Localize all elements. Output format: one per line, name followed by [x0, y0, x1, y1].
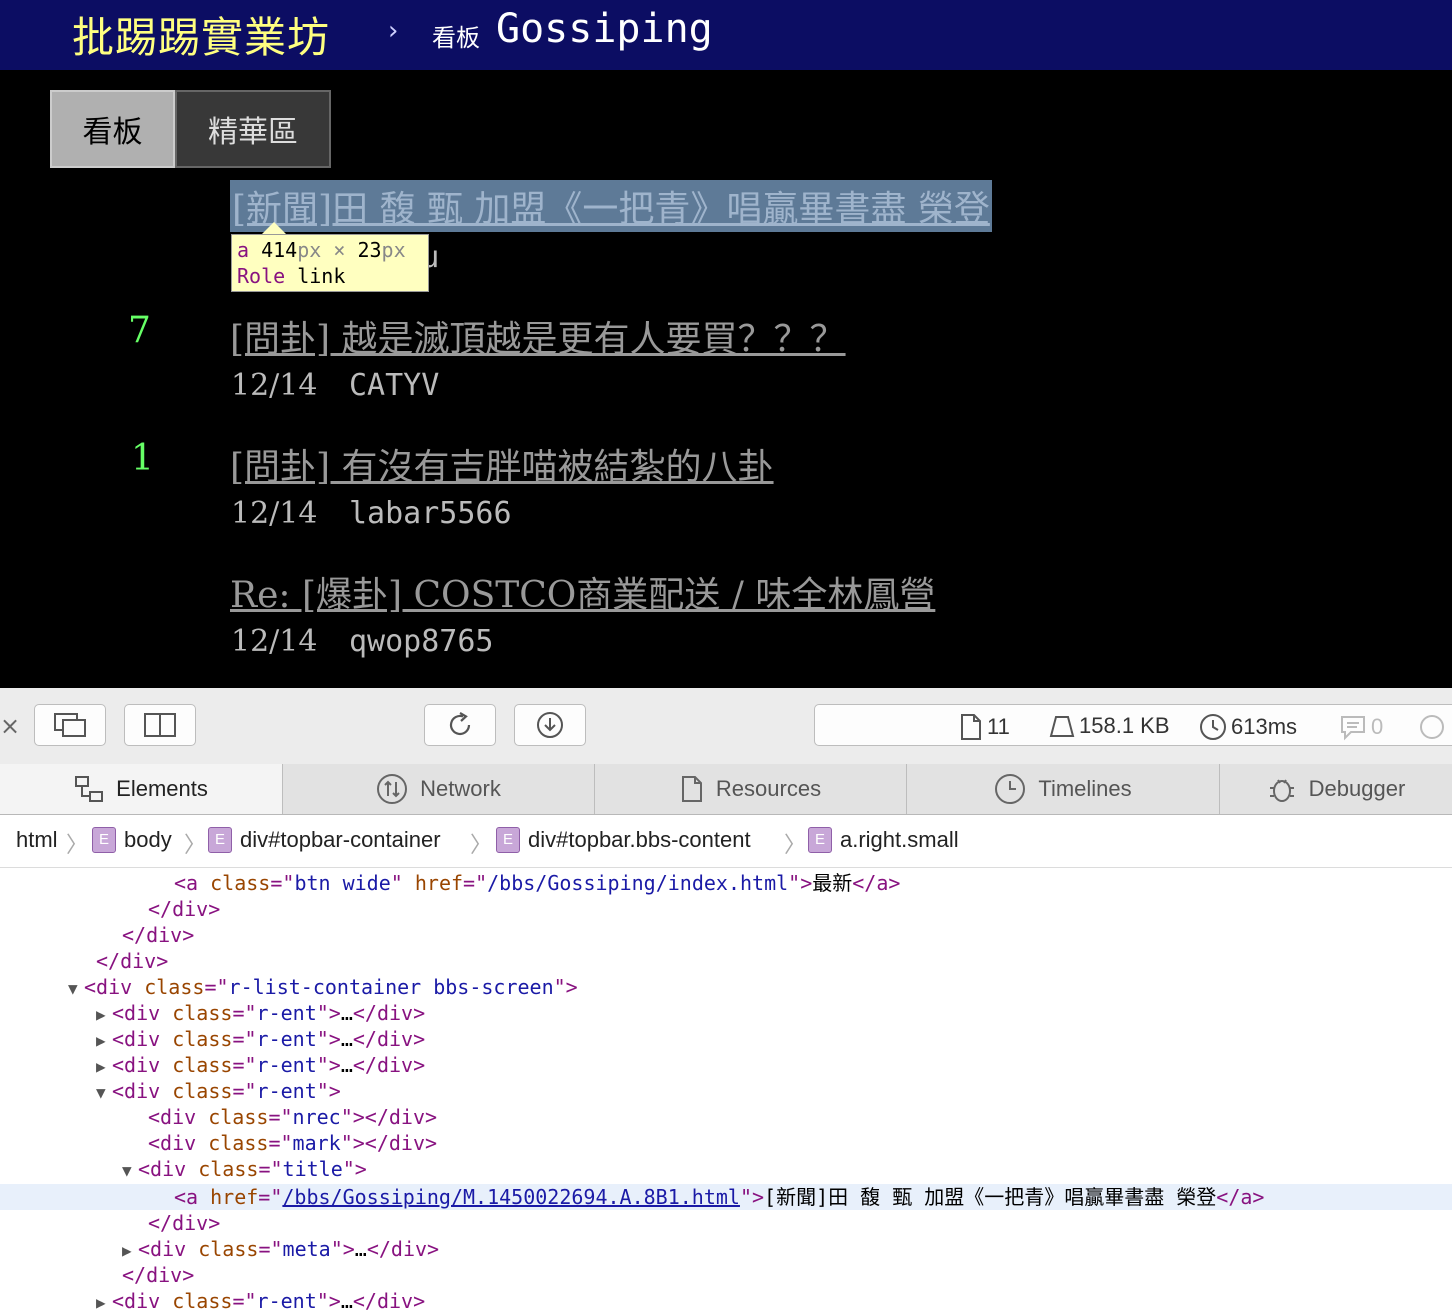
dom-node-selected[interactable]: <a href="/bbs/Gossiping/M.1450022694.A.8… — [0, 1184, 1452, 1210]
dom-node[interactable]: ▶ <div class="r-ent">…</div> — [0, 1052, 1452, 1078]
breadcrumb-separator-icon: 〉 — [184, 832, 207, 857]
resource-count[interactable]: 11 — [959, 713, 1010, 741]
breadcrumb-separator-icon: 〉 — [66, 832, 89, 857]
errors-indicator[interactable] — [1419, 713, 1445, 741]
post-title-link[interactable]: [問卦] 越是滅頂越是更有人要買？？？ — [230, 310, 846, 362]
timelines-icon — [995, 774, 1026, 804]
disclosure-collapsed-icon[interactable]: ▶ — [96, 1002, 112, 1028]
post-author: labar5566 — [349, 496, 512, 531]
element-badge-icon: E — [92, 827, 116, 853]
breadcrumb-separator-icon: 〉 — [470, 832, 493, 857]
board-label: 看板 — [432, 24, 480, 52]
element-badge-icon: E — [208, 827, 232, 853]
dom-node[interactable]: </div> — [0, 1210, 1452, 1236]
reload-icon — [449, 712, 471, 736]
breadcrumb-html[interactable]: html — [16, 827, 58, 853]
post-date: 12/14 — [231, 496, 318, 531]
disclosure-collapsed-icon[interactable]: ▶ — [96, 1290, 112, 1310]
dom-node[interactable]: ▼ <div class="r-ent"> — [0, 1078, 1452, 1104]
dom-breadcrumb: html 〉 E body 〉 E div#topbar-container 〉… — [0, 815, 1452, 868]
dom-node[interactable]: ▼ <div class="title"> — [0, 1156, 1452, 1182]
tab-digest[interactable]: 精華區 — [175, 90, 331, 168]
undock-icon — [54, 713, 86, 737]
reload-button[interactable] — [424, 704, 496, 746]
recommend-count: 1 — [131, 438, 154, 479]
breadcrumb-topbar-container[interactable]: E div#topbar-container — [208, 827, 441, 853]
tab-elements[interactable]: Elements — [0, 764, 283, 814]
post-author: CATYV — [349, 368, 440, 403]
dock-side-button[interactable] — [124, 704, 196, 746]
breadcrumb-separator-icon: 〉 — [784, 832, 807, 857]
disclosure-expanded-icon[interactable]: ▼ — [68, 976, 84, 1002]
dom-node[interactable]: </div> — [0, 922, 1452, 948]
web-inspector: × 11 158.1 KB 613ms 0 Elements Network R… — [0, 688, 1452, 1310]
clock-icon — [1200, 714, 1226, 740]
dashboard[interactable]: 11 158.1 KB 613ms 0 — [814, 704, 1452, 746]
element-badge-icon: E — [808, 827, 832, 853]
disclosure-expanded-icon[interactable]: ▼ — [96, 1080, 112, 1106]
post-date: 12/14 — [231, 368, 318, 403]
download-button[interactable] — [514, 704, 586, 746]
resources-icon — [681, 776, 702, 802]
board-name-link[interactable]: Gossiping — [496, 6, 713, 52]
dom-node[interactable]: </div> — [0, 948, 1452, 974]
tab-resources[interactable]: Resources — [595, 764, 907, 814]
dom-tree[interactable]: <a class="btn wide" href="/bbs/Gossiping… — [0, 868, 1452, 1310]
close-icon[interactable]: × — [0, 712, 20, 740]
dom-node[interactable]: ▶ <div class="r-ent">…</div> — [0, 1026, 1452, 1052]
post-title-link[interactable]: Re: [爆卦] COSTCO商業配送 / 味全林鳳營 — [230, 566, 935, 618]
dom-node[interactable]: <a class="btn wide" href="/bbs/Gossiping… — [0, 870, 1452, 896]
dom-node[interactable]: <div class="mark"></div> — [0, 1130, 1452, 1156]
error-icon — [1420, 715, 1444, 739]
tab-network[interactable]: Network — [283, 764, 595, 814]
dom-node[interactable]: ▶ <div class="meta">…</div> — [0, 1236, 1452, 1262]
disclosure-expanded-icon[interactable]: ▼ — [122, 1158, 138, 1184]
disclosure-collapsed-icon[interactable]: ▶ — [96, 1054, 112, 1080]
message-icon — [1341, 716, 1365, 741]
post-title-link[interactable]: [新聞]田 馥 甄 加盟《一把青》唱贏畢書盡 榮登 — [230, 180, 992, 232]
element-badge-icon: E — [496, 827, 520, 853]
post-date: 12/14 — [231, 624, 318, 659]
elements-icon — [75, 776, 104, 802]
dock-side-icon — [144, 713, 176, 737]
dom-node[interactable]: <div class="nrec"></div> — [0, 1104, 1452, 1130]
tooltip-arrow — [262, 222, 286, 234]
dom-node[interactable]: ▶ <div class="r-ent">…</div> — [0, 1288, 1452, 1310]
post-title-link[interactable]: [問卦] 有沒有吉胖喵被結紮的八卦 — [230, 438, 774, 490]
console-messages[interactable]: 0 — [1339, 713, 1383, 741]
dom-node[interactable]: ▶ <div class="r-ent">…</div> — [0, 1000, 1452, 1026]
site-title-link[interactable]: 批踢踢實業坊 — [72, 4, 330, 65]
tab-board[interactable]: 看板 — [50, 90, 175, 168]
tab-timelines[interactable]: Timelines — [907, 764, 1220, 814]
resource-size[interactable]: 158.1 KB — [1049, 713, 1170, 739]
topbar: 批踢踢實業坊 › 看板 Gossiping — [0, 0, 1452, 70]
post-author: qwop8765 — [349, 624, 494, 659]
dom-node[interactable]: </div> — [0, 896, 1452, 922]
load-time[interactable]: 613ms — [1199, 713, 1297, 741]
breadcrumb-a-right-small[interactable]: E a.right.small — [808, 827, 959, 853]
disclosure-collapsed-icon[interactable]: ▶ — [122, 1238, 138, 1264]
undock-button[interactable] — [34, 704, 106, 746]
disclosure-collapsed-icon[interactable]: ▶ — [96, 1028, 112, 1054]
breadcrumb-body[interactable]: E body — [92, 827, 172, 853]
network-icon — [377, 774, 408, 804]
recommend-count: 7 — [128, 310, 151, 351]
document-icon — [961, 714, 981, 740]
dom-node[interactable]: ▼ <div class="r-list-container bbs-screen… — [0, 974, 1452, 1000]
element-inspector-tooltip: a 414px × 23px Role link — [231, 234, 429, 292]
download-icon — [537, 712, 563, 738]
breadcrumb-topbar[interactable]: E div#topbar.bbs-content — [496, 827, 751, 853]
tab-debugger[interactable]: Debugger — [1220, 764, 1452, 814]
weight-icon — [1049, 716, 1075, 737]
inspector-toolbar: × 11 158.1 KB 613ms 0 — [0, 688, 1452, 765]
inspector-tab-bar: Elements Network Resources Timelines Deb… — [0, 764, 1452, 815]
dom-node[interactable]: </div> — [0, 1262, 1452, 1288]
breadcrumb-chevron-icon: › — [388, 16, 399, 46]
bug-icon — [1269, 779, 1294, 802]
